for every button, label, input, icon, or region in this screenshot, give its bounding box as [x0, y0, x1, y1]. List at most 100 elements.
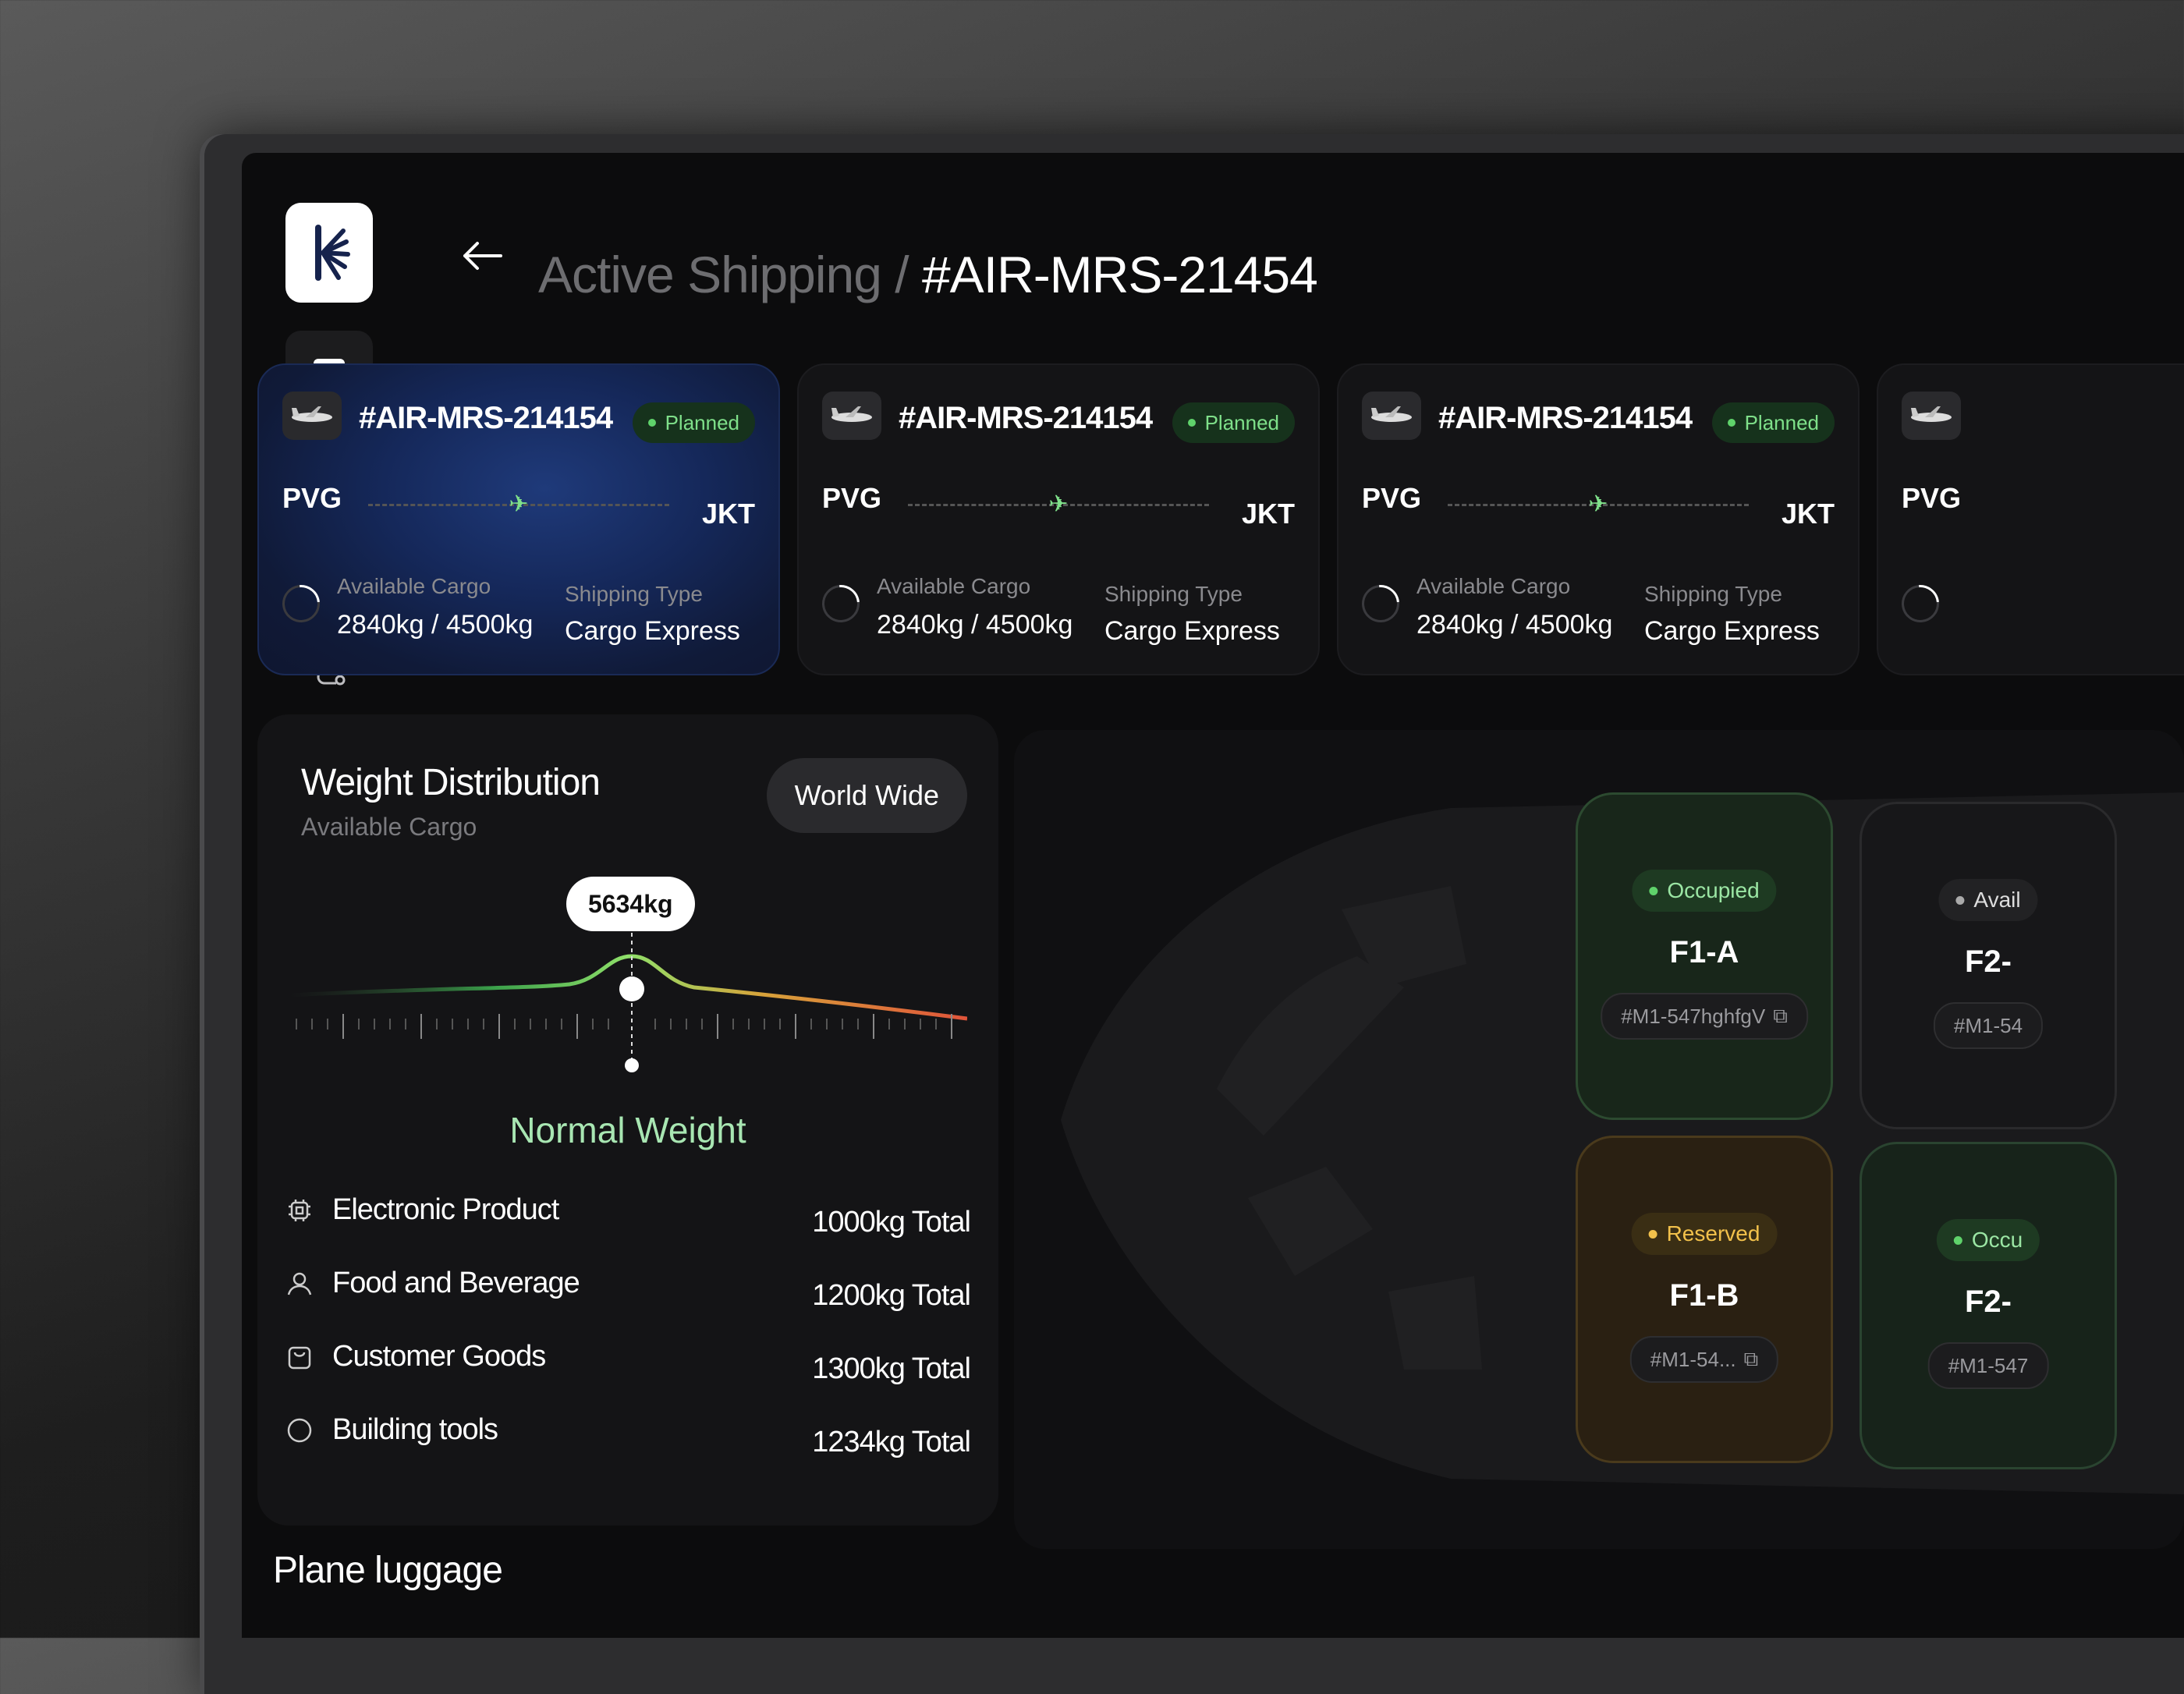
route-line: ✈ — [1448, 491, 1749, 517]
status-label: Planned — [1744, 410, 1819, 434]
indicator-base — [625, 1058, 639, 1072]
status-dot — [647, 419, 656, 427]
copy-icon[interactable]: ⧉ — [1773, 1004, 1788, 1029]
status-dot — [1955, 895, 1965, 905]
plane-thumbnail — [282, 392, 342, 440]
item-name: Customer Goods — [332, 1340, 546, 1373]
jet-icon: ✈ — [1048, 491, 1069, 517]
plane-luggage-title: Plane luggage — [273, 1550, 503, 1591]
seat-map: Occupied F1-A #M1-547hghfgV ⧉ Reserved F1… — [1014, 730, 2184, 1549]
shipment-code: #AIR-MRS-214154 — [899, 401, 1153, 435]
shipping-type-label: Shipping Type — [565, 582, 703, 606]
shipment-code: #AIR-MRS-214154 — [359, 401, 613, 435]
cargo-progress-ring — [814, 577, 867, 630]
seat-status-label: Occu — [1971, 1228, 2023, 1252]
origin-code: PVG — [1902, 482, 1962, 514]
seat-status-badge: Avail — [1938, 879, 2038, 921]
user-icon — [287, 1272, 312, 1295]
item-name: Building tools — [332, 1413, 498, 1446]
list-item[interactable]: Electronic Product 1000kg Total — [285, 1190, 971, 1239]
status-badge: Planned — [1711, 402, 1835, 443]
destination-code: JKT — [701, 498, 755, 530]
plane-thumbnail — [1902, 392, 1961, 440]
seat-f1-b[interactable]: Reserved F1-B #M1-54... ⧉ — [1576, 1136, 1833, 1463]
status-dot — [1727, 419, 1736, 427]
circle-icon — [287, 1418, 312, 1443]
status-dot — [1187, 419, 1196, 427]
weight-gauge — [289, 933, 967, 1072]
cargo-label: Available Cargo — [877, 574, 1031, 598]
item-total: 1234kg Total — [812, 1426, 971, 1458]
airplane-image-icon — [1911, 406, 1952, 422]
seat-status-label: Avail — [1973, 888, 2021, 912]
seat-f1-a[interactable]: Occupied F1-A #M1-547hghfgV ⧉ — [1576, 792, 1833, 1120]
cargo-progress-ring — [275, 577, 328, 630]
seat-f2-a[interactable]: Avail F2- #M1-54 — [1860, 802, 2117, 1129]
origin-code: PVG — [282, 482, 342, 514]
shipment-card[interactable]: PVG — [1877, 363, 2184, 675]
shipment-code: #AIR-MRS-214154 — [1438, 401, 1693, 435]
scale-ticks — [296, 1014, 952, 1039]
bag-icon — [288, 1346, 311, 1370]
shipping-type-value: Cargo Express — [1104, 616, 1280, 646]
item-name: Electronic Product — [332, 1193, 559, 1226]
status-dot — [1649, 886, 1658, 895]
panel-subtitle: Available Cargo — [301, 813, 477, 841]
seat-code-chip[interactable]: #M1-547hghfgV ⧉ — [1601, 993, 1808, 1040]
seat-code: #M1-547hghfgV — [1621, 1004, 1766, 1028]
seat-status-label: Occupied — [1667, 878, 1760, 902]
jet-icon: ✈ — [509, 491, 529, 517]
cargo-label: Available Cargo — [337, 574, 491, 598]
status-badge: Planned — [632, 402, 755, 443]
app-logo[interactable] — [285, 203, 373, 303]
chip-icon — [289, 1200, 310, 1221]
logo-icon — [315, 225, 350, 281]
seat-code: #M1-54 — [1953, 1013, 2023, 1037]
shipping-type-value: Cargo Express — [1644, 616, 1820, 646]
seat-id: F2- — [1965, 944, 2012, 979]
seat-code: #M1-547 — [1948, 1353, 2029, 1377]
weight-tooltip: 5634kg — [566, 877, 695, 931]
plane-thumbnail — [1362, 392, 1421, 440]
destination-code: JKT — [1781, 498, 1835, 530]
indicator-knob[interactable] — [619, 976, 644, 1001]
seat-f2-b[interactable]: Occu F2- #M1-547 — [1860, 1142, 2117, 1469]
status-label: Planned — [1204, 410, 1279, 434]
weight-distribution-panel: Weight Distribution Available Cargo Worl… — [257, 714, 998, 1526]
list-item[interactable]: Building tools 1234kg Total — [285, 1410, 971, 1458]
list-item[interactable]: Food and Beverage 1200kg Total — [285, 1263, 971, 1312]
shipment-card[interactable]: #AIR-MRS-214154 Planned PVG ✈ JKT Availa… — [257, 363, 780, 675]
status-dot — [1953, 1235, 1962, 1245]
airplane-image-icon — [292, 406, 332, 422]
seat-status-badge: Occupied — [1632, 870, 1777, 912]
breadcrumb-section[interactable]: Active Shipping / — [538, 246, 909, 303]
airplane-image-icon — [831, 406, 872, 422]
origin-code: PVG — [1362, 482, 1422, 514]
shipment-card[interactable]: #AIR-MRS-214154 Planned PVG ✈ JKT Availa… — [797, 363, 1320, 675]
app-screen: Active Shipping / #AIR-MRS-21454 #AIR-MR… — [242, 153, 2184, 1638]
seat-code-chip[interactable]: #M1-54... ⧉ — [1629, 1336, 1779, 1383]
seat-status-badge: Reserved — [1631, 1213, 1778, 1255]
item-total: 1300kg Total — [812, 1352, 971, 1385]
seat-id: F1-A — [1669, 935, 1739, 969]
status-label: Planned — [665, 410, 739, 434]
jet-icon: ✈ — [1588, 491, 1608, 517]
destination-code: JKT — [1241, 498, 1295, 530]
back-arrow-icon[interactable] — [460, 239, 504, 273]
copy-icon[interactable]: ⧉ — [1744, 1347, 1759, 1372]
item-total: 1000kg Total — [812, 1206, 971, 1239]
shipment-card[interactable]: #AIR-MRS-214154 Planned PVG ✈ JKT Availa… — [1337, 363, 1860, 675]
list-item[interactable]: Customer Goods 1300kg Total — [285, 1337, 971, 1385]
page-title: Active Shipping / #AIR-MRS-21454 — [538, 245, 1318, 304]
item-name: Food and Beverage — [332, 1267, 580, 1299]
plane-thumbnail — [822, 392, 881, 440]
origin-code: PVG — [822, 482, 882, 514]
seat-code-chip[interactable]: #M1-547 — [1927, 1342, 2049, 1389]
region-filter-button[interactable]: World Wide — [766, 758, 967, 833]
cargo-progress-ring — [1354, 577, 1407, 630]
weight-status: Normal Weight — [509, 1110, 746, 1150]
item-total: 1200kg Total — [812, 1279, 971, 1312]
cargo-value: 2840kg / 4500kg — [877, 610, 1073, 640]
seat-code-chip[interactable]: #M1-54 — [1933, 1002, 2044, 1049]
status-dot — [1648, 1229, 1658, 1239]
